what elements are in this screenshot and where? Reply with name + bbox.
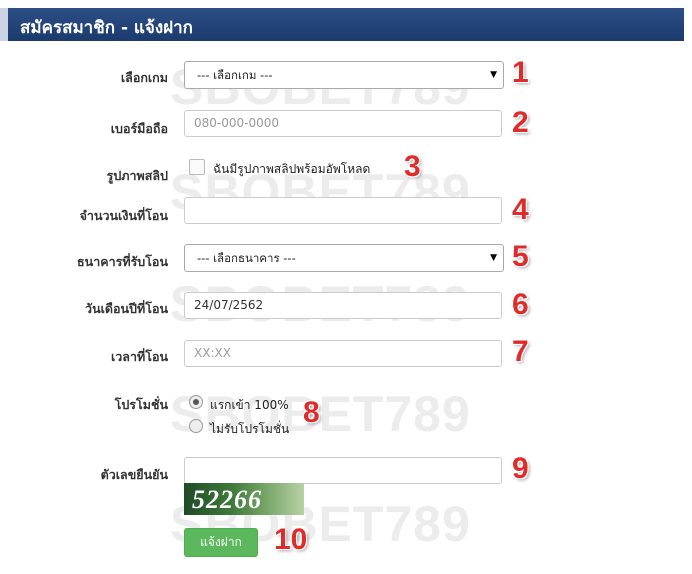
slip-label: รูปภาพสลิป [106,168,168,183]
promo-radio-first-deposit[interactable] [189,395,203,409]
annotation-number: 8 [303,396,320,429]
game-label: เลือกเกม [120,70,168,85]
annotation-number: 9 [512,452,529,485]
captcha-image: 52266 [184,483,304,515]
caret-down-icon: ▼ [490,253,497,263]
date-input[interactable]: 24/07/2562 [184,292,502,319]
annotation-number: 3 [404,150,421,183]
bank-label: ธนาคารที่รับโอน [77,254,168,269]
slip-checkbox-label: ฉันมีรูปภาพสลิปพร้อมอัพโหลด [213,162,371,176]
annotation-number: 4 [512,193,529,226]
game-select[interactable]: --- เลือกเกม --- ▼ [184,61,504,89]
phone-label: เบอร์มือถือ [110,121,168,136]
captcha-code: 52266 [192,485,262,514]
promo-option-label: ไม่รับโปรโมชั่น [210,422,290,436]
promo-label: โปรโมชั่น [114,397,168,412]
annotation-number: 2 [512,106,529,139]
annotation-number: 5 [512,240,529,273]
submit-deposit-button[interactable]: แจ้งฝาก [184,528,258,557]
captcha-input[interactable] [184,457,502,484]
annotation-number: 1 [512,56,529,89]
amount-input[interactable] [184,197,502,224]
time-label: เวลาที่โอน [111,349,168,364]
slip-checkbox[interactable] [189,159,205,175]
captcha-label: ตัวเลขยืนยัน [100,467,168,482]
annotation-number: 7 [512,335,529,368]
time-input[interactable]: XX:XX [184,340,502,367]
bank-select[interactable]: --- เลือกธนาคาร --- ▼ [184,244,504,272]
annotation-number: 6 [512,288,529,321]
date-label: วันเดือนปีที่โอน [85,301,168,316]
game-select-value: --- เลือกเกม --- [197,68,273,82]
page-title: สมัครสมาชิก - แจ้งฝาก [20,18,193,38]
caret-down-icon: ▼ [490,70,497,80]
bank-select-value: --- เลือกธนาคาร --- [197,251,296,265]
promo-option-label: แรกเข้า 100% [210,398,289,412]
page-header: สมัครสมาชิก - แจ้งฝาก [0,8,684,41]
phone-input[interactable]: 080-000-0000 [184,110,502,137]
promo-radio-none[interactable] [189,419,203,433]
annotation-number: 10 [274,523,308,556]
amount-label: จำนวนเงินที่โอน [79,208,168,223]
